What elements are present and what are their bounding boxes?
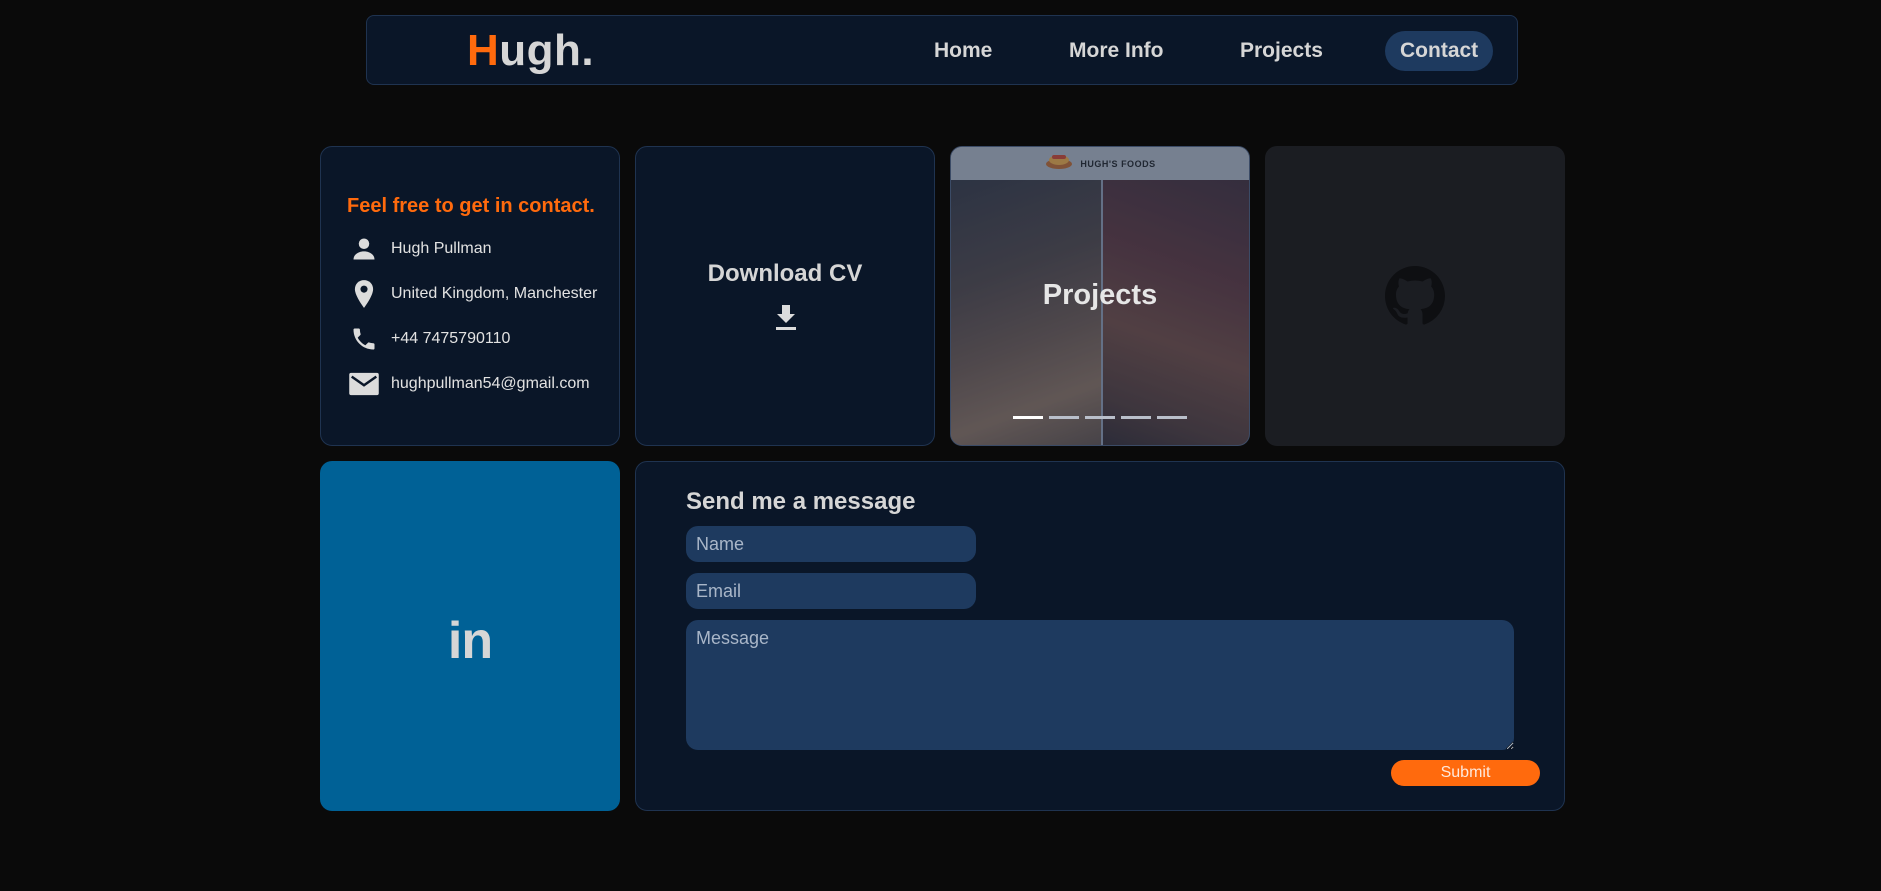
download-icon	[774, 303, 798, 336]
nav-link-projects[interactable]: Projects	[1225, 31, 1338, 71]
github-card[interactable]	[1265, 146, 1565, 446]
projects-carousel-card[interactable]: HUGH'S FOODS Projects	[950, 146, 1250, 446]
phone-icon	[347, 322, 381, 356]
contact-info-card: Feel free to get in contact. Hugh Pullma…	[320, 146, 620, 446]
carousel-dot-5[interactable]	[1157, 416, 1187, 419]
contact-location: United Kingdom, Manchester	[391, 285, 598, 302]
contact-heading: Feel free to get in contact.	[347, 195, 595, 217]
contact-row-phone: +44 7475790110	[347, 322, 617, 356]
contact-row-name: Hugh Pullman	[347, 232, 617, 266]
nav-link-more-info[interactable]: More Info	[1054, 31, 1179, 71]
location-pin-icon	[347, 277, 381, 311]
download-cv-card[interactable]: Download CV	[635, 146, 935, 446]
message-form-card: Send me a message Submit	[635, 461, 1565, 811]
site-logo[interactable]: Hugh.	[467, 26, 594, 76]
carousel-dot-2[interactable]	[1049, 416, 1079, 419]
github-icon	[1385, 266, 1445, 331]
navbar: Hugh. Home More Info Projects Contact	[366, 15, 1518, 85]
contact-name: Hugh Pullman	[391, 240, 492, 257]
carousel-dot-1[interactable]	[1013, 416, 1043, 419]
contact-email[interactable]: hughpullman54@gmail.com	[391, 375, 590, 393]
mail-icon	[347, 367, 381, 401]
submit-button[interactable]: Submit	[1391, 760, 1540, 786]
nav-link-contact[interactable]: Contact	[1385, 31, 1494, 71]
name-input[interactable]	[686, 526, 976, 562]
linkedin-card[interactable]: in	[320, 461, 620, 811]
person-icon	[347, 232, 381, 266]
message-form-title: Send me a message	[686, 488, 916, 515]
contact-phone[interactable]: +44 7475790110	[391, 330, 510, 348]
message-textarea[interactable]	[686, 620, 1514, 750]
logo-rest: ugh.	[499, 26, 595, 75]
carousel-dot-4[interactable]	[1121, 416, 1151, 419]
contact-row-location: United Kingdom, Manchester	[347, 277, 617, 311]
email-input[interactable]	[686, 573, 976, 609]
download-cv-label: Download CV	[707, 260, 863, 287]
nav-link-home[interactable]: Home	[919, 31, 1007, 71]
logo-initial: H	[467, 26, 500, 75]
contact-row-email: hughpullman54@gmail.com	[347, 367, 617, 401]
linkedin-icon: in	[447, 612, 493, 670]
projects-title: Projects	[1042, 279, 1158, 311]
carousel-indicators	[1013, 416, 1187, 419]
carousel-dot-3[interactable]	[1085, 416, 1115, 419]
